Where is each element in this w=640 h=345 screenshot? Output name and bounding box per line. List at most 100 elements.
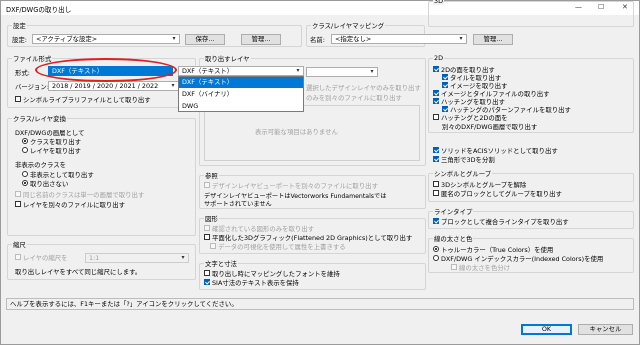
images-checkbox[interactable]: イメージを取り出す [442,82,507,90]
sia-text-checkbox[interactable]: SIA寸法のテキスト表示を保持 [204,279,299,287]
version-label: バージョン: [15,83,49,91]
ungroup-3d-label: 3Dシンボルとグループを解除 [441,181,527,189]
export-classes-radio[interactable]: クラスを取り出す [22,138,81,146]
viewport-files-checkbox[interactable]: デザインレイヤビューポートを別々のファイルに取り出す [204,182,378,190]
checkbox-box [433,98,439,104]
checkbox-box [204,279,210,285]
complex-linetype-checkbox[interactable]: ブロックとして複合ラインタイプを取り出す [433,218,569,226]
chevron-down-icon: ▾ [181,254,185,261]
hatch-pattern-label: ハッチングのパターンファイルを取り出す [450,106,571,114]
checkbox-box [433,218,439,224]
tiles-checkbox[interactable]: タイルを取り出す [442,74,501,82]
line-weight-color-checkbox[interactable]: 線の太さを色分け [451,264,510,272]
export-layers-radio[interactable]: レイヤを取り出す [22,147,81,155]
checkbox-box [204,270,210,276]
hatching-checkbox[interactable]: ハッチングを取り出す [433,98,505,106]
image-tile-files-checkbox[interactable]: イメージとタイルファイルの取り出す [433,90,550,98]
indexed-colors-radio[interactable]: DXF/DWG インデックスカラー(Indexed Colors)を使用 [433,255,603,263]
chevron-down-icon: ▾ [172,35,176,42]
checkbox-box [442,82,448,88]
reference-note: デザインレイヤビューポートはVectorworks Fundamentalsでは… [204,193,387,208]
mapping-manage-button[interactable]: 管理... [473,34,513,45]
hatch-2d-layers-label: ハッチングと2Dの面を [441,114,508,122]
line-weight-color-label: 線の太さを色分け [459,264,511,272]
hidden-export-label: 非表示として取り出す [30,171,94,179]
checkbox-box [204,234,210,240]
export-layers-label: レイヤを取り出す [30,147,81,155]
linetype-group-title: ラインタイプ [433,207,474,216]
hatch-2d-layers-checkbox[interactable]: ハッチングと2Dの面を [433,114,508,122]
hatching-label: ハッチングを取り出す [441,98,505,106]
ok-button[interactable]: OK [521,324,572,335]
export-classes-label: クラスを取り出す [30,138,81,146]
hidden-skip-radio[interactable]: 取り出さない [22,180,68,188]
mapping-value: <指定なし> [335,35,372,43]
chevron-down-icon: ▾ [296,67,300,74]
chevron-down-icon: ▾ [370,68,374,75]
mapping-dropdown[interactable]: <指定なし> ▾ [331,34,467,44]
sia-text-label: SIA寸法のテキスト表示を保持 [212,279,299,287]
radio-dot [22,180,28,186]
line-color-group-title: 線の太さと色 [433,234,474,243]
triangulate-3d-label: 三角形で3Dを分割 [441,156,495,164]
mapping-name-label: 名前: [310,36,325,44]
format-options-list[interactable]: DXF（テキスト） DXF（バイナリ） DWG [178,76,304,112]
chevron-down-icon: ▾ [459,35,463,42]
radio-dot [22,138,28,144]
mapping-group-title: クラス/レイヤマッピング [311,21,386,30]
cancel-button[interactable]: キャンセル [578,324,633,335]
anonymous-block-label: 匿名のブロックとしてグループを取り出す [441,190,562,198]
triangulate-3d-checkbox[interactable]: 三角形で3Dを分割 [433,156,495,164]
format-combo-closed[interactable]: DXF（テキスト） ▾ [178,66,304,76]
version-dropdown[interactable]: 2018 / 2019 / 2020 / 2021 / 2022 ▾ [48,81,179,91]
2d-group-title: 2D [433,54,444,62]
hidden-export-radio[interactable]: 非表示として取り出す [22,171,94,179]
save-button[interactable]: 保存... [185,34,225,45]
true-colors-radio[interactable]: トゥルーカラー（True Colors）を使用 [433,246,553,254]
convert-group-title: クラス/レイヤ変換 [12,114,67,123]
layer-scale-checkbox[interactable]: レイヤの縮尺を [15,254,68,262]
2d-faces-label: 2Dの面を取り出す [441,66,495,74]
keep-font-checkbox[interactable]: 取り出し時にマッピングしたフォントを維持 [204,270,340,278]
scale-group-title: 縮尺 [12,240,27,249]
same-name-checkbox[interactable]: 同じ名前のクラスは単一の画層で取り出す [15,191,144,199]
visible-only-label: 確認されている図形のみを取り出す [212,225,315,233]
text-dimension-group-title: 文字と寸法 [204,259,238,268]
visible-only-checkbox[interactable]: 確認されている図形のみを取り出す [204,225,314,233]
checkbox-box [442,74,448,80]
settings-dropdown[interactable]: <アクティブな設定> ▾ [32,34,180,44]
layer-list[interactable]: 表示可能な項目はありません [204,105,420,161]
checkbox-box [15,96,21,102]
flatten-2d-checkbox[interactable]: 平面化した3Dグラフィック(Flattened 2D Graphics)として取… [204,234,412,242]
true-colors-label: トゥルーカラー（True Colors）を使用 [441,246,554,254]
hatch-pattern-checkbox[interactable]: ハッチングのパターンファイルを取り出す [442,106,571,114]
data-visualization-checkbox[interactable]: データの可視化を使用して属性を上書きする [210,243,346,251]
ungroup-3d-checkbox[interactable]: 3Dシンボルとグループを解除 [433,181,526,189]
settings-manage-button[interactable]: 管理... [241,34,281,45]
image-tile-files-label: イメージとタイルファイルの取り出す [441,90,550,98]
format-option[interactable]: DXF（テキスト） [179,77,303,88]
images-label: イメージを取り出す [450,82,508,90]
tiles-label: タイルを取り出す [450,74,502,82]
hidden-skip-label: 取り出さない [30,180,69,188]
same-name-label: 同じ名前のクラスは単一の画層で取り出す [23,191,145,199]
layer-select-dropdown[interactable]: ▾ [306,67,378,77]
symbol-library-checkbox[interactable]: シンボルライブラリファイルとして取り出す [15,96,151,104]
indexed-colors-label: DXF/DWG インデックスカラー(Indexed Colors)を使用 [441,255,604,263]
checkbox-box [433,156,439,162]
dxf-layer-label: DXF/DWGの画層として [15,129,85,137]
format-option[interactable]: DWG [179,101,303,112]
viewport-files-label: デザインレイヤビューポートを別々のファイルに取り出す [212,182,378,190]
scale-dropdown[interactable]: 1:1 ▾ [85,253,189,263]
help-status-bar: ヘルプを表示するには、F1キーまたは「?」アイコンをクリックしてください。 [6,298,634,310]
anonymous-block-checkbox[interactable]: 匿名のブロックとしてグループを取り出す [433,190,562,198]
acis-solid-checkbox[interactable]: ソリッドをACISソリッドとして取り出す [433,147,558,155]
acis-solid-label: ソリッドをACISソリッドとして取り出す [441,147,558,155]
2d-faces-checkbox[interactable]: 2Dの面を取り出す [433,66,495,74]
dxf-export-dialog: DXF/DWGの取り出し — ☐ ✕ 設定 設定: <アクティブな設定> ▾ 保存… [0,0,640,345]
checkbox-box [433,147,439,153]
checkbox-box [433,181,439,187]
layer-files-checkbox[interactable]: レイヤを別々のファイルに取り出す [15,201,125,209]
checkbox-box [433,190,439,196]
format-option[interactable]: DXF（バイナリ） [179,89,303,100]
